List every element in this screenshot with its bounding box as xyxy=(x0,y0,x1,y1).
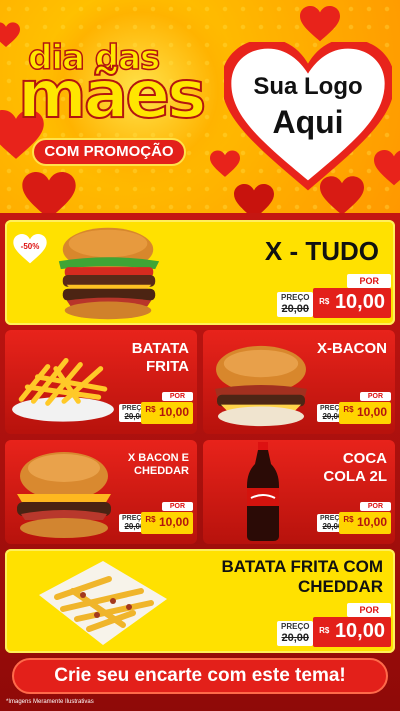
current-price: R$ 10,00 xyxy=(141,402,193,424)
fries-cheddar-image xyxy=(33,555,173,649)
soda-bottle-image xyxy=(243,442,283,542)
logo-line-2: Aqui xyxy=(272,104,344,140)
promo-banner: COM PROMOÇÃO xyxy=(32,138,186,166)
header: dia das mães COM PROMOÇÃO Sua Logo Aqui xyxy=(0,0,400,213)
current-price: R$ 10,00 xyxy=(313,288,391,318)
heart-icon xyxy=(22,172,76,213)
product-card-batata-frita: BATATA FRITA POR PREÇO 20,00 R$ 10,00 xyxy=(5,330,197,434)
current-price: R$ 10,00 xyxy=(339,402,391,424)
price-tag: POR PREÇO 20,00 R$ 10,00 xyxy=(119,392,193,424)
flyer: dia das mães COM PROMOÇÃO Sua Logo Aqui … xyxy=(0,0,400,711)
current-price: R$ 10,00 xyxy=(339,512,391,534)
price-tag: POR PREÇO 20,00 R$ 10,00 xyxy=(277,603,391,647)
title-line-2: mães xyxy=(17,56,207,133)
product-card-x-tudo: -50% X - TUDO POR PREÇO 20,00 R$ 10,00 xyxy=(5,220,395,325)
cta-banner[interactable]: Crie seu encarte com este tema! xyxy=(12,658,388,694)
old-price: PREÇO 20,00 xyxy=(277,292,314,317)
product-card-x-bacon-cheddar: X BACON E CHEDDAR POR PREÇO 20,00 R$ 10,0… xyxy=(5,440,197,544)
price-tag: POR PREÇO 20,00 R$ 10,00 xyxy=(277,274,391,318)
price-tag: POR PREÇO 20,00 R$ 10,00 xyxy=(119,502,193,534)
product-card-coca-cola: COCA COLA 2L POR PREÇO 20,00 R$ 10,00 xyxy=(203,440,395,544)
current-price: R$ 10,00 xyxy=(141,512,193,534)
burger-image xyxy=(9,448,119,540)
old-price: PREÇO 20,00 xyxy=(277,621,314,646)
product-name: COCA COLA 2L xyxy=(323,450,387,485)
heart-icon xyxy=(300,6,340,42)
product-name: X - TUDO xyxy=(264,236,379,266)
product-name: X-BACON xyxy=(317,340,387,357)
price-tag: POR PREÇO 20,00 R$ 10,00 xyxy=(317,392,391,424)
logo-placeholder: Sua Logo Aqui xyxy=(224,72,392,142)
product-name: BATATA FRITA COM CHEDDAR xyxy=(221,557,383,597)
price-tag: POR PREÇO 20,00 R$ 10,00 xyxy=(317,502,391,534)
burger-image xyxy=(49,222,167,324)
heart-icon xyxy=(0,22,21,48)
product-name: BATATA FRITA xyxy=(131,340,189,375)
logo-line-1: Sua Logo xyxy=(253,73,363,100)
burger-image xyxy=(207,342,315,430)
discount-badge: -50% xyxy=(13,234,47,264)
current-price: R$ 10,00 xyxy=(313,617,391,647)
product-card-x-bacon: X-BACON POR PREÇO 20,00 R$ 10,00 xyxy=(203,330,395,434)
fries-image xyxy=(7,346,119,428)
product-name: X BACON E CHEDDAR xyxy=(127,452,189,478)
disclaimer: *Imagens Meramente Ilustrativas xyxy=(6,699,94,705)
product-card-batata-cheddar: BATATA FRITA COM CHEDDAR POR PREÇO 20,00 … xyxy=(5,549,395,653)
